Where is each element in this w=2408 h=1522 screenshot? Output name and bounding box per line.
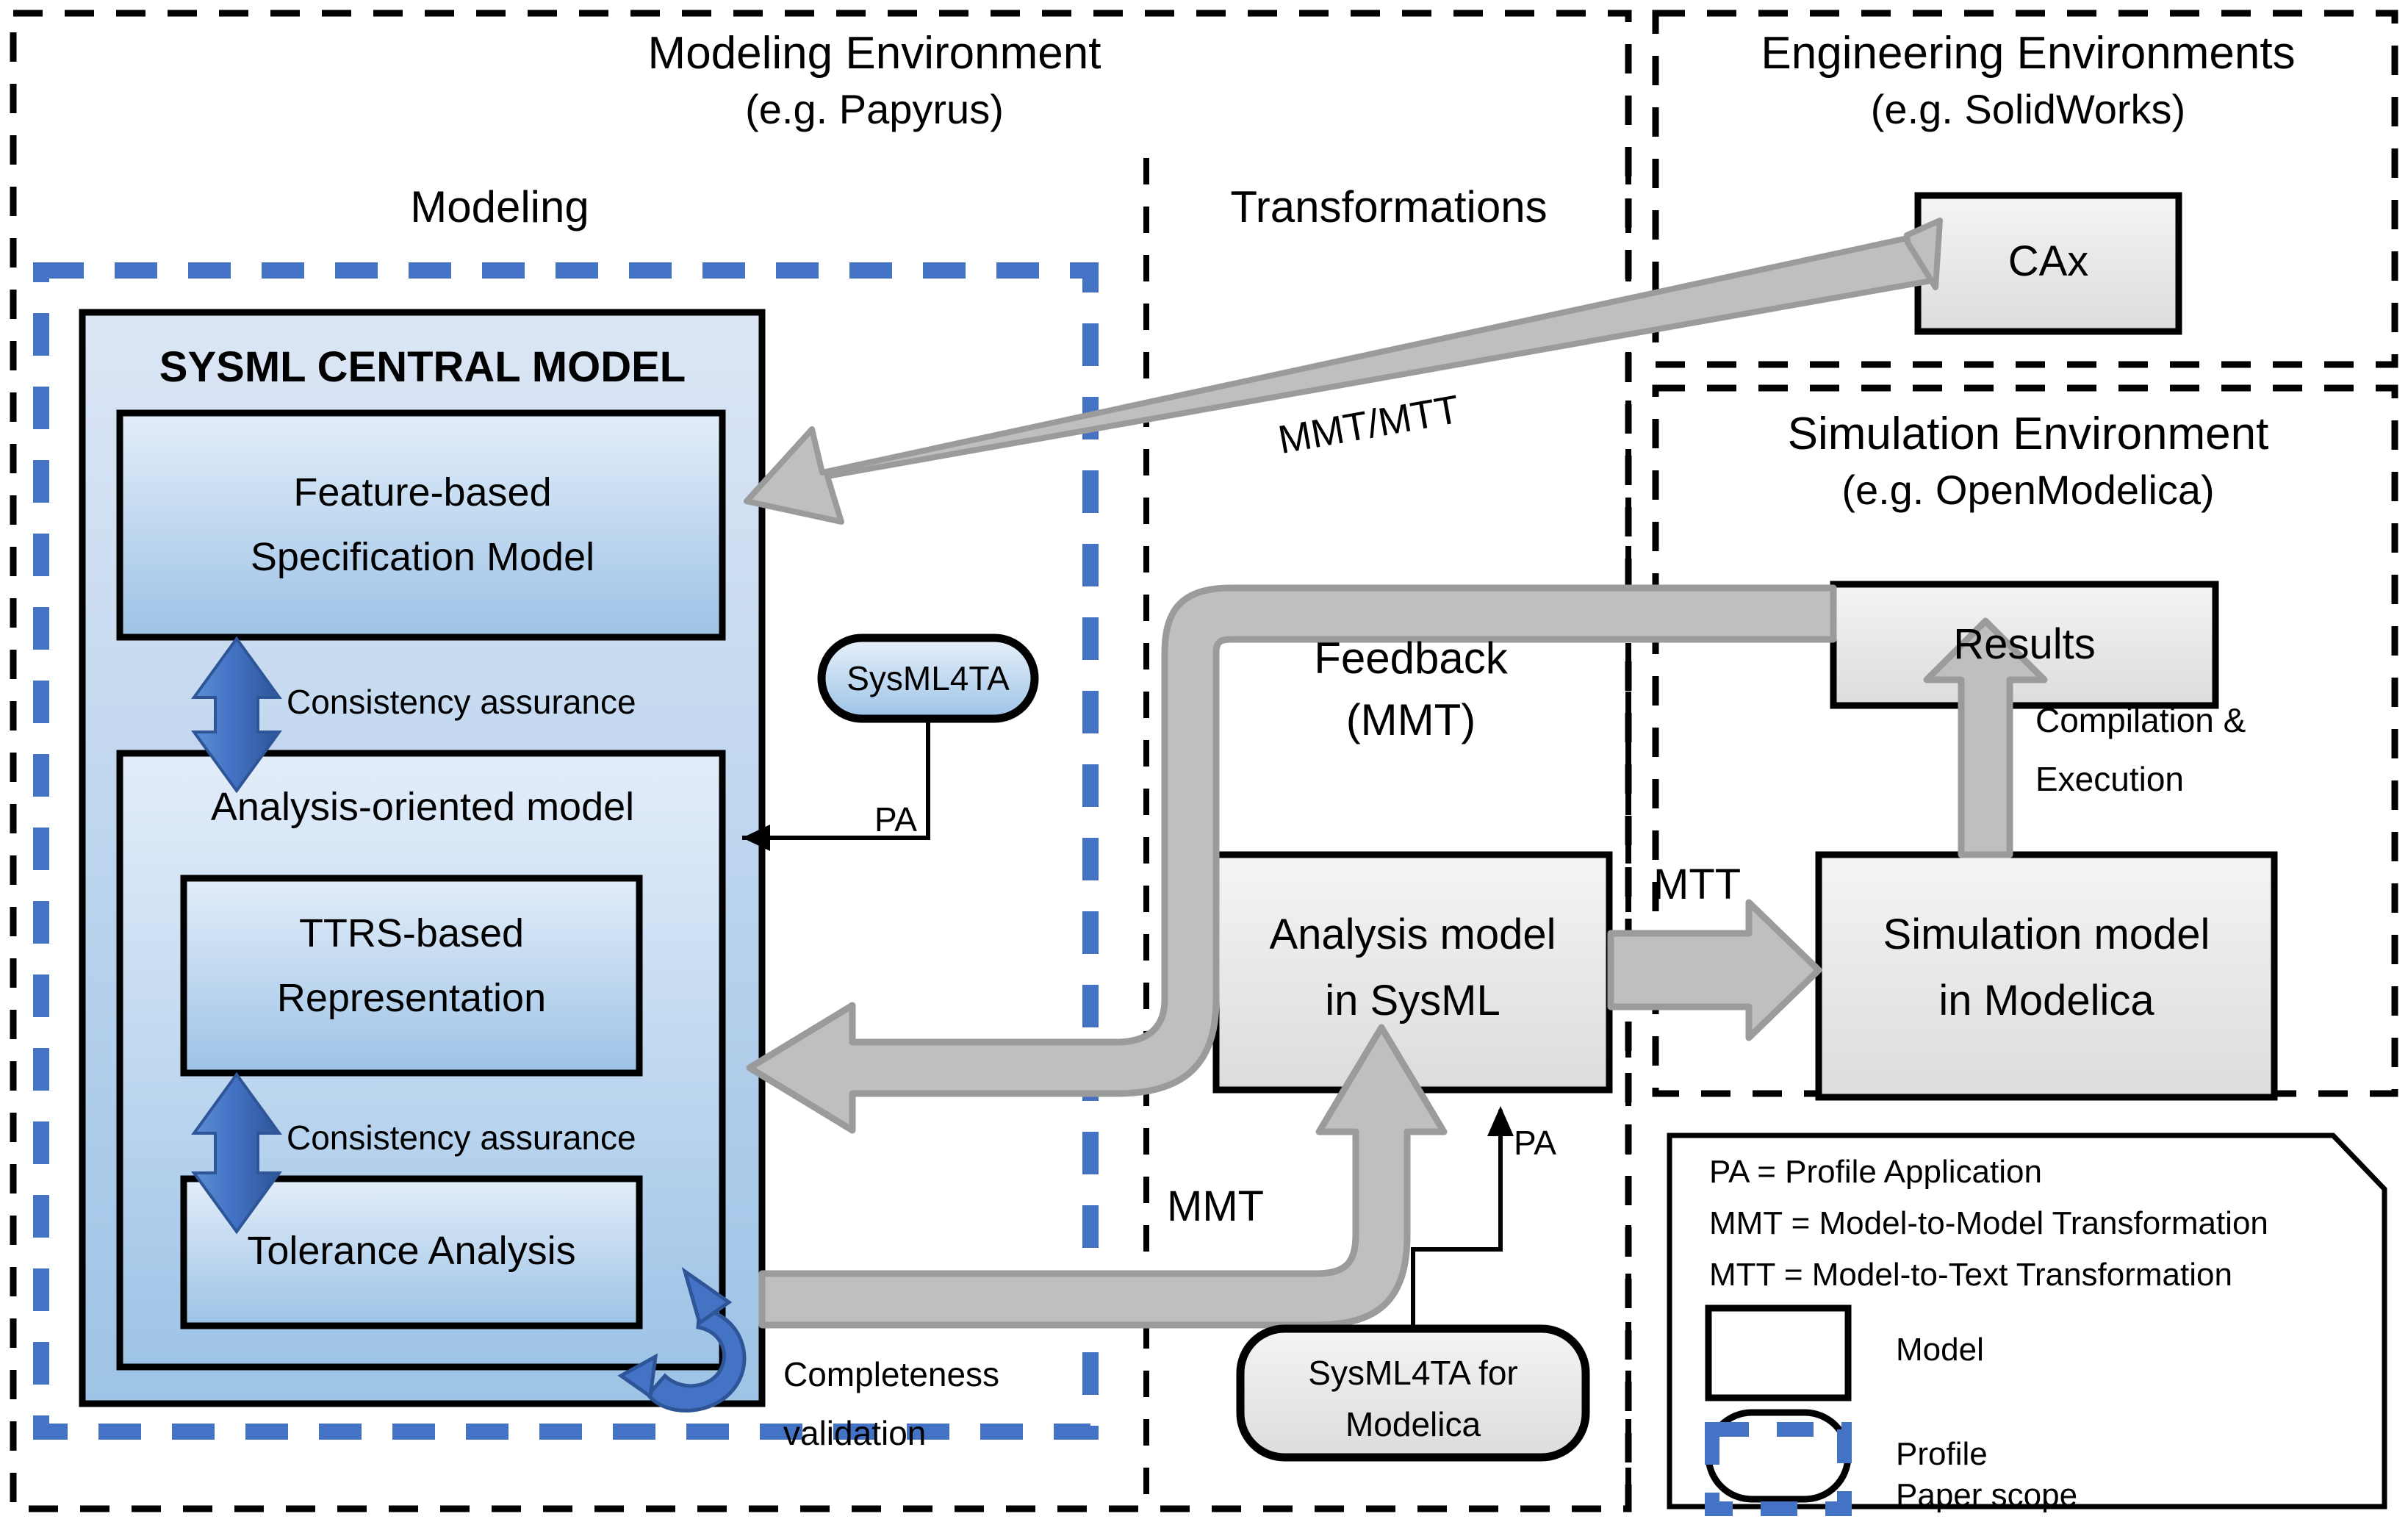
ttrs-based-representation-label-line1: TTRS-based — [298, 911, 525, 955]
feedback-label-line1: Feedback — [1314, 633, 1508, 683]
column-header-modeling: Modeling — [410, 182, 589, 231]
compilation-execution-label-line1: Compilation & — [2035, 701, 2246, 739]
simulation-model-label-line1: Simulation model — [1883, 911, 2210, 958]
simulation-environment-title: Simulation Environment — [1787, 409, 2269, 459]
modeling-environment-title: Modeling Environment — [647, 28, 1101, 79]
sysml4ta-for-modelica-label-line1: SysML4TA for — [1308, 1354, 1518, 1392]
mmt-arrow-label: MMT — [1167, 1182, 1265, 1230]
analysis-model-label-line1: Analysis model — [1269, 911, 1556, 958]
legend-mmt-text: MMT = Model-to-Model Transformation — [1709, 1205, 2268, 1241]
legend-model-swatch — [1705, 1304, 1852, 1401]
feedback-label-line2: (MMT) — [1345, 695, 1476, 744]
simulation-model-label-line2: in Modelica — [1938, 977, 2154, 1024]
consistency-assurance-label-upper: Consistency assurance — [287, 683, 636, 721]
engineering-environments-subtitle: (e.g. SolidWorks) — [1870, 86, 2186, 132]
compilation-execution-label-line2: Execution — [2035, 760, 2185, 798]
cax-label: CAx — [2008, 237, 2089, 285]
mtt-arrow-label: MTT — [1653, 861, 1742, 908]
sysml-central-model-title: SYSML CENTRAL MODEL — [159, 343, 686, 391]
completeness-validation-label-line2: validation — [783, 1414, 927, 1452]
ttrs-based-representation-label-line2: Representation — [276, 976, 547, 1020]
engineering-environments-title: Engineering Environments — [1761, 28, 2296, 79]
tolerance-analysis-label: Tolerance Analysis — [247, 1229, 576, 1273]
column-header-transformations: Transformations — [1230, 182, 1548, 231]
completeness-validation-label-line1: Completeness — [783, 1355, 1000, 1393]
modeling-environment-subtitle: (e.g. Papyrus) — [745, 86, 1004, 132]
pa-connector-middle — [1411, 1110, 1503, 1329]
diagram-canvas: Modeling Environment (e.g. Papyrus) Engi… — [0, 0, 2408, 1522]
simulation-environment-subtitle: (e.g. OpenModelica) — [1841, 467, 2215, 513]
mtt-arrow — [1607, 899, 1822, 1041]
simulation-model-in-modelica-box — [1815, 851, 2278, 1101]
analysis-model-in-sysml-box — [1212, 851, 1613, 1094]
pa-label-left: PA — [874, 800, 917, 839]
sysml4ta-for-modelica-label-line2: Modelica — [1345, 1405, 1481, 1443]
legend-model-text: Model — [1896, 1332, 1984, 1368]
feature-based-specification-label-line2: Specification Model — [250, 535, 595, 579]
legend-profile-text: Profile — [1896, 1436, 1988, 1472]
sysml4ta-profile-label: SysML4TA — [847, 659, 1010, 697]
legend-paper-scope-text: Paper scope — [1896, 1477, 2078, 1513]
legend-mtt-text: MTT = Model-to-Text Transformation — [1709, 1257, 2232, 1293]
analysis-model-label-line2: in SysML — [1325, 977, 1500, 1024]
feature-based-specification-model-box — [116, 409, 726, 641]
feature-based-specification-label-line1: Feature-based — [293, 470, 552, 514]
legend-pa-text: PA = Profile Application — [1709, 1154, 2042, 1190]
pa-arrowhead-middle — [1487, 1106, 1514, 1136]
results-label: Results — [1953, 620, 2096, 668]
consistency-assurance-label-lower: Consistency assurance — [287, 1119, 636, 1157]
pa-label-middle: PA — [1514, 1124, 1556, 1162]
analysis-oriented-model-label: Analysis-oriented model — [210, 785, 635, 829]
